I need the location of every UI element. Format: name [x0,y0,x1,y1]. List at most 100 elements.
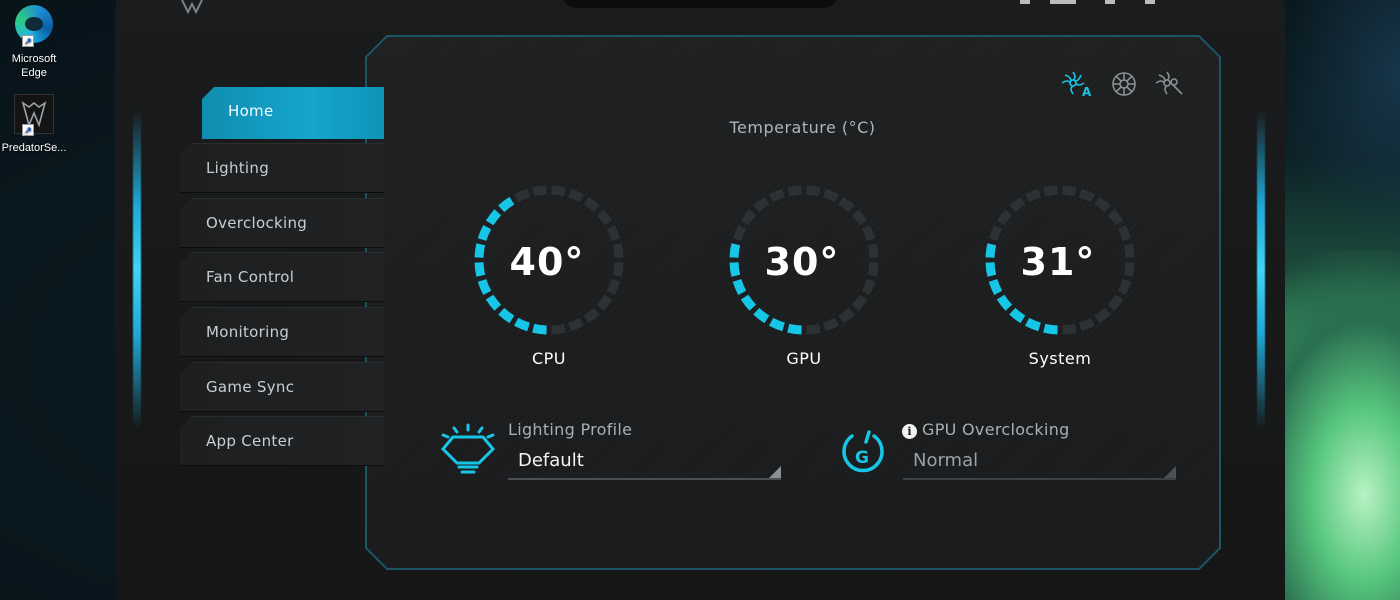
gauge-segment-empty [753,196,770,213]
gauge-segment-empty [551,185,566,197]
gauge-segment-empty [568,317,584,332]
gauge-segment-empty [838,307,855,324]
gauge-segment-empty [1079,188,1095,203]
desktop-icon-label: Edge [21,67,47,79]
desktop-icon-label: PredatorSe... [1,142,67,154]
gauge-segment-empty [1009,196,1026,213]
gauge-segment-empty [806,185,821,197]
temperature-title: Temperature (°C) [729,118,876,137]
sidebar-item-app-center[interactable]: App Center [180,416,384,466]
gauge-segment-empty [532,185,547,197]
cpu-temperature-value: 40° [509,240,585,284]
gauge-segment-empty [596,294,613,311]
gauge-segment-empty [823,317,839,332]
gauge-segment-empty [851,294,868,311]
gauge-segment-empty [1117,225,1132,241]
gauge-segment-filled [485,209,502,226]
gauge-segment-empty [551,323,566,335]
gauge-segment-filled [498,196,515,213]
desktop-icon-label: Microsoft [11,53,57,65]
svg-text:G: G [855,448,869,468]
lighting-profile-label: Lighting Profile [508,420,633,439]
sidebar-item-lighting[interactable]: Lighting [180,143,384,193]
gpu-overclock-icon: G [842,430,884,473]
frame-accent-left [133,110,141,430]
sidebar-item-label: Monitoring [206,323,290,341]
settings-icon[interactable] [1020,0,1030,4]
fan-auto-icon[interactable]: A [1060,70,1092,98]
desktop-icon-predator-sense[interactable]: ↗ PredatorSe... [0,92,68,155]
svg-text:A: A [1082,85,1092,98]
gauge-segment-empty [787,185,802,197]
gauge-segment-filled [1009,307,1026,324]
gauge-segment-empty [1062,323,1077,335]
gauge-segment-empty [996,209,1013,226]
edge-icon: ↗ [12,5,56,49]
gauge-segment-filled [1025,317,1041,332]
gauge-segment-filled [477,225,492,241]
sidebar-item-game-sync[interactable]: Game Sync [180,362,384,412]
gauge-segment-empty [1025,188,1041,203]
fan-custom-icon[interactable] [1154,70,1186,98]
gauge-segment-filled [532,323,547,335]
minimize-button[interactable] [1050,0,1076,4]
gauge-segment-filled [740,294,757,311]
sidebar-item-overclocking[interactable]: Overclocking [180,198,384,248]
gauge-segment-empty [769,188,785,203]
sidebar-item-label: Home [228,102,274,120]
gauge-segment-empty [861,225,876,241]
gpu-label: GPU [786,349,822,368]
dropdown-arrow-icon [769,466,781,478]
gpu-overclocking-select[interactable]: Normal [903,447,1176,480]
gauge-segment-empty [583,307,600,324]
maximize-button[interactable] [1105,0,1115,4]
gauge-segment-filled [787,323,802,335]
system-temperature-value: 31° [1020,240,1096,284]
gauge-segment-empty [583,196,600,213]
gauge-segment-filled [485,294,502,311]
gauge-segment-filled [769,317,785,332]
lighting-profile-select[interactable]: Default [508,447,781,480]
system-label: System [1028,349,1092,368]
sidebar-item-fan-control[interactable]: Fan Control [180,252,384,302]
gpu-overclocking-value: Normal [913,450,979,471]
gauge-segment-empty [1094,196,1111,213]
gauge-segment-empty [851,209,868,226]
title-notch [560,0,840,8]
gpu-temperature-value: 30° [764,240,840,284]
lighting-profile-value: Default [518,450,584,471]
frame-accent-right [1257,110,1265,430]
dropdown-arrow-icon [1164,466,1176,478]
sidebar-item-label: Game Sync [206,378,295,396]
predator-sense-icon: ↗ [12,94,56,138]
gauge-segment-filled [996,294,1013,311]
gauge-segment-filled [753,307,770,324]
gauge-segment-empty [1107,294,1124,311]
predator-logo-icon [181,0,203,14]
sidebar-item-label: App Center [206,432,294,450]
desktop-icon-edge[interactable]: ↗ Microsoft Edge [0,2,68,80]
gauge-segment-empty [606,225,621,241]
sidebar-item-home[interactable]: Home [202,87,384,139]
close-button[interactable] [1145,0,1155,4]
gpu-overclocking-label: GPU Overclocking [922,420,1070,439]
gauge-segment-empty [1107,209,1124,226]
fan-max-icon[interactable] [1108,70,1140,98]
gauge-segment-empty [806,323,821,335]
gauge-segment-empty [740,209,757,226]
cpu-label: CPU [531,349,567,368]
gauge-segment-empty [1079,317,1095,332]
info-icon[interactable]: i [902,424,917,439]
gauge-segment-empty [838,196,855,213]
wallpaper-glow-top [1280,0,1400,250]
sidebar-item-monitoring[interactable]: Monitoring [180,307,384,357]
sidebar-item-label: Lighting [206,159,270,177]
gauge-segment-filled [1043,323,1058,335]
sidebar-item-label: Fan Control [206,268,295,286]
gauge-segment-empty [1062,185,1077,197]
sidebar-item-label: Overclocking [206,214,308,232]
gauge-segment-empty [568,188,584,203]
gauge-segment-empty [823,188,839,203]
gauge-segment-empty [1094,307,1111,324]
gauge-segment-empty [596,209,613,226]
